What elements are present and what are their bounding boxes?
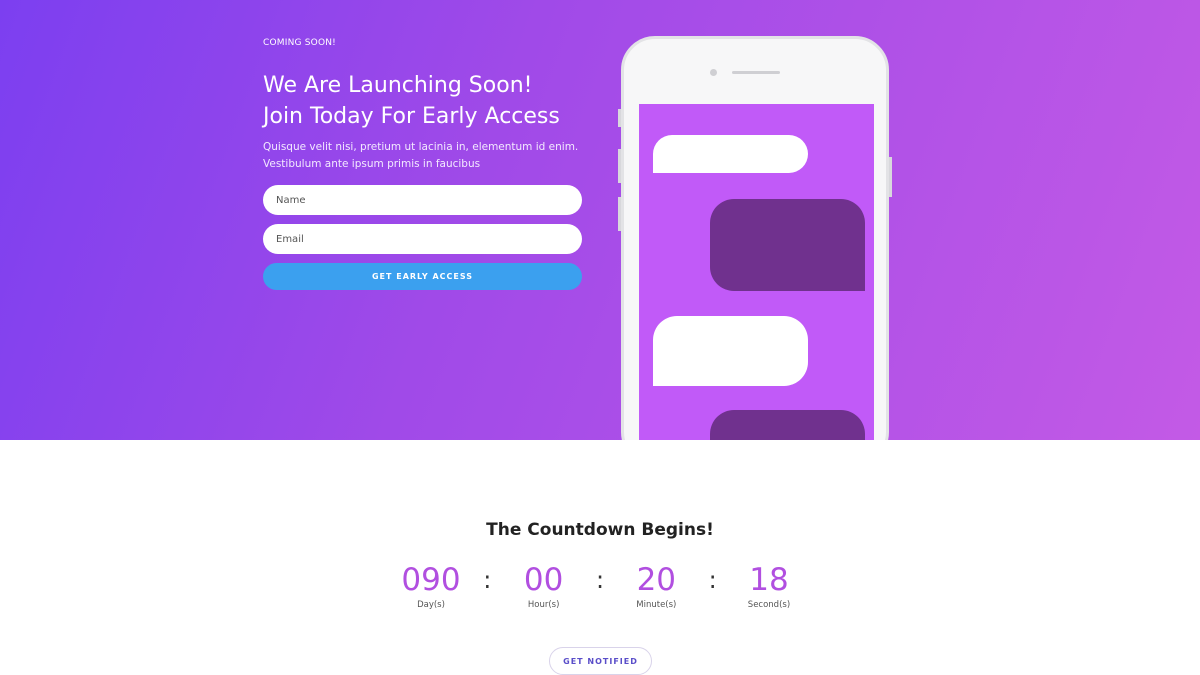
name-input[interactable] bbox=[263, 185, 582, 215]
hero-headline: We Are Launching Soon! Join Today For Ea… bbox=[263, 70, 603, 132]
phone-volume-up bbox=[618, 149, 621, 183]
coming-soon-kicker: COMING SOON! bbox=[263, 38, 336, 48]
countdown-timer: 090 Day(s) : 00 Hour(s) : 20 Minute(s) :… bbox=[385, 562, 815, 617]
seconds-label: Second(s) bbox=[747, 600, 791, 610]
days-value: 090 bbox=[401, 562, 461, 598]
subtext-line-2: Vestibulum ante ipsum primis in faucibus bbox=[263, 158, 481, 170]
countdown-separator: : bbox=[595, 566, 605, 594]
countdown-title: The Countdown Begins! bbox=[486, 520, 714, 540]
phone-power-button bbox=[889, 157, 892, 197]
seconds-value: 18 bbox=[749, 562, 789, 598]
phone-camera-icon bbox=[710, 69, 717, 76]
countdown-seconds: 18 Second(s) bbox=[723, 562, 815, 610]
phone-speaker bbox=[732, 71, 780, 74]
minutes-value: 20 bbox=[636, 562, 677, 598]
phone-volume-down bbox=[618, 197, 621, 231]
chat-bubble-outgoing bbox=[710, 199, 865, 291]
headline-line-2: Join Today For Early Access bbox=[263, 104, 560, 129]
countdown-separator: : bbox=[708, 566, 717, 594]
countdown-days: 090 Day(s) bbox=[385, 562, 477, 610]
chat-bubble-outgoing bbox=[710, 410, 865, 440]
get-notified-button[interactable]: GET NOTIFIED bbox=[549, 647, 652, 675]
chat-bubble-incoming bbox=[653, 316, 808, 386]
minutes-label: Minute(s) bbox=[636, 600, 677, 610]
hours-label: Hour(s) bbox=[527, 600, 560, 610]
countdown-minutes: 20 Minute(s) bbox=[610, 562, 702, 610]
phone-mockup bbox=[618, 36, 892, 440]
phone-mute-switch bbox=[618, 109, 621, 127]
hours-value: 00 bbox=[523, 562, 564, 598]
countdown-separator: : bbox=[483, 566, 492, 594]
countdown-hours: 00 Hour(s) bbox=[498, 562, 590, 610]
chat-bubble-incoming bbox=[653, 135, 808, 173]
hero-section: COMING SOON! We Are Launching Soon! Join… bbox=[0, 0, 1200, 440]
get-early-access-button[interactable]: GET EARLY ACCESS bbox=[263, 263, 582, 290]
headline-line-1: We Are Launching Soon! bbox=[263, 73, 533, 98]
email-input[interactable] bbox=[263, 224, 582, 254]
subtext-line-1: Quisque velit nisi, pretium ut lacinia i… bbox=[263, 141, 579, 153]
phone-screen bbox=[639, 104, 874, 440]
hero-subtext: Quisque velit nisi, pretium ut lacinia i… bbox=[263, 139, 593, 173]
days-label: Day(s) bbox=[417, 600, 445, 610]
